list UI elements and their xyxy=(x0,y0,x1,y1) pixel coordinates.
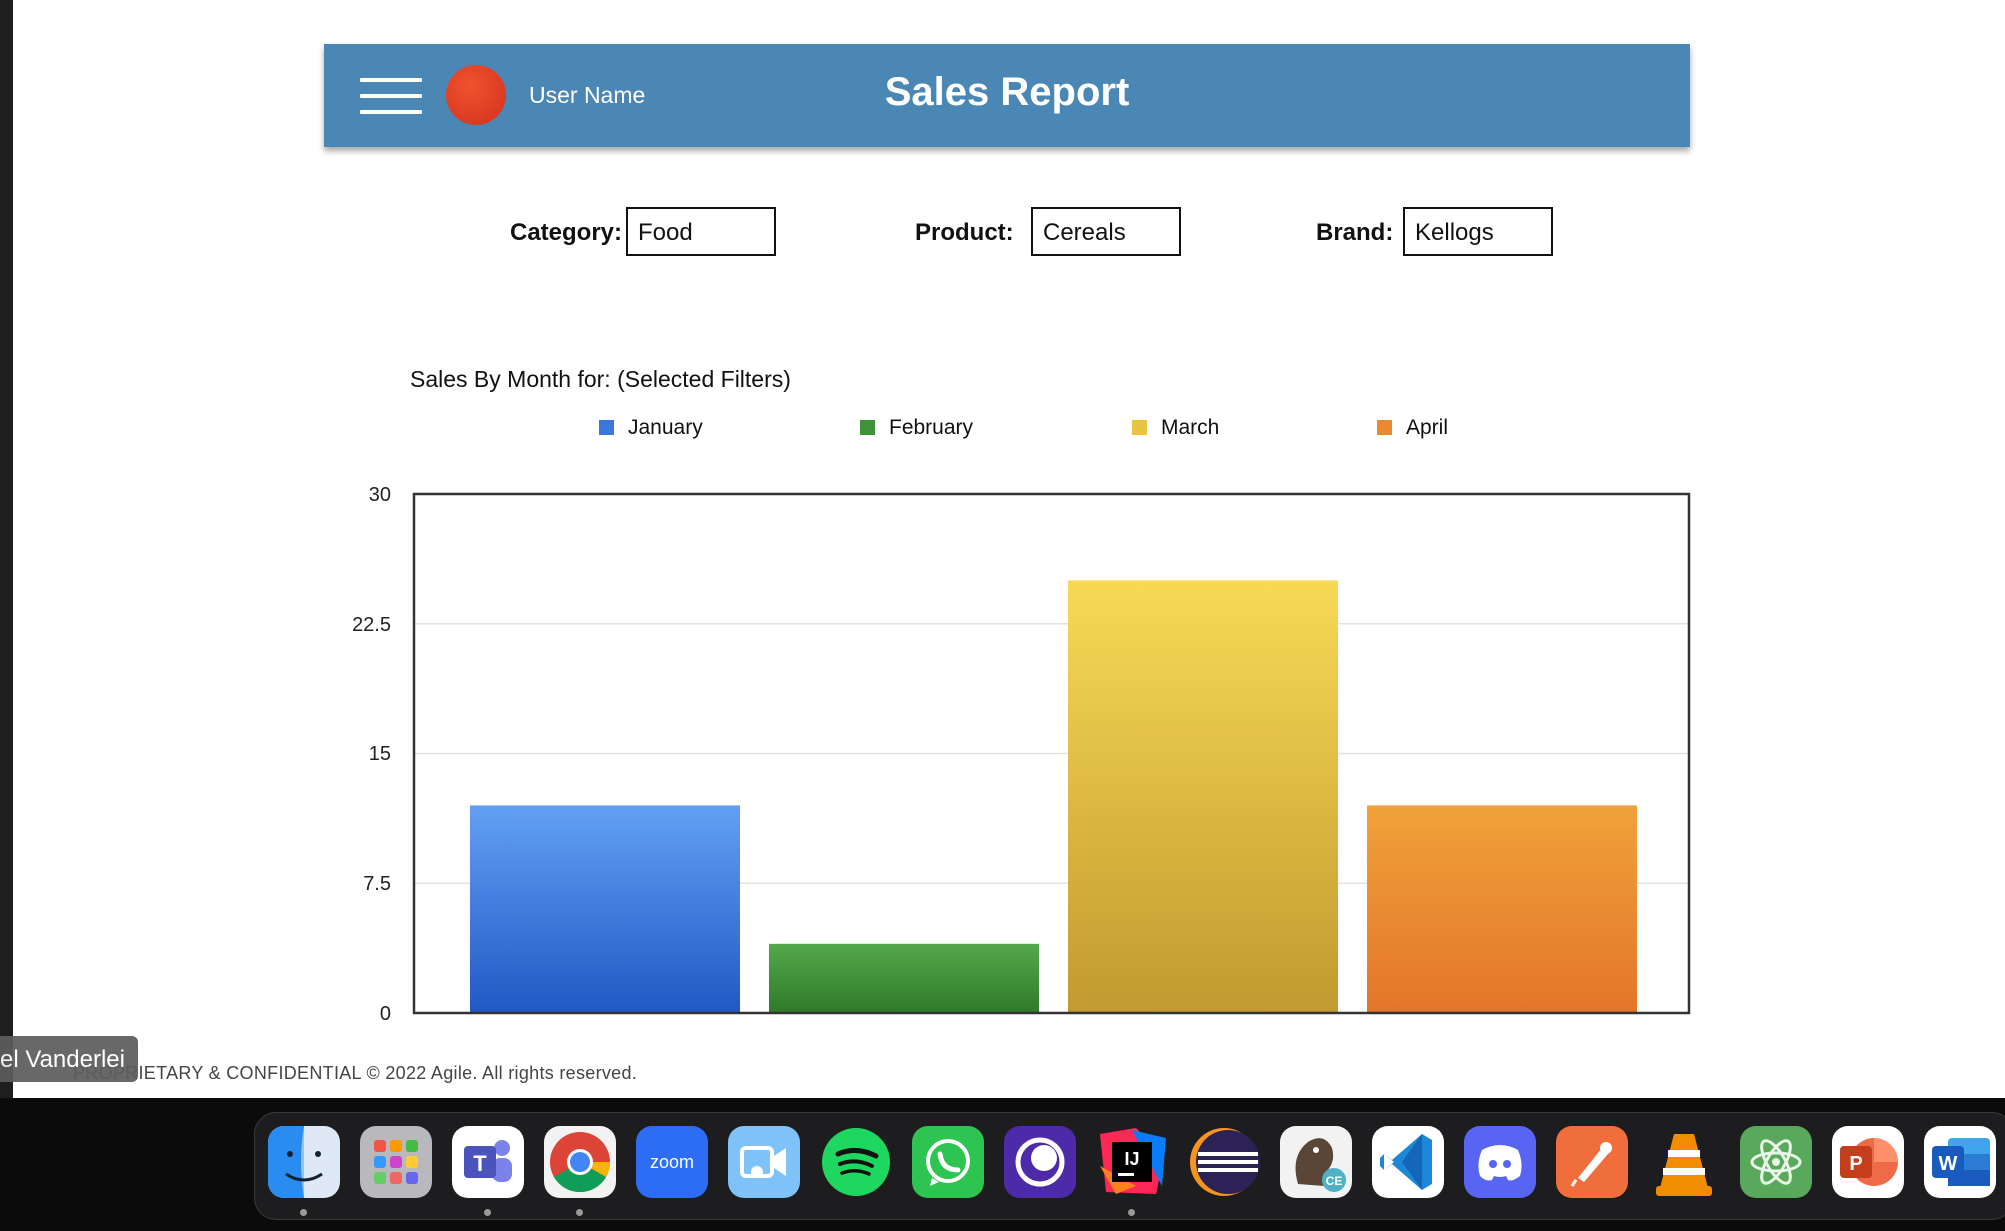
chrome-icon[interactable] xyxy=(544,1126,616,1198)
postman-icon[interactable] xyxy=(1556,1126,1628,1198)
brand-select[interactable]: Kellogs xyxy=(1403,207,1553,256)
teams-icon[interactable]: T xyxy=(452,1126,524,1198)
launchpad-icon[interactable] xyxy=(360,1126,432,1198)
participant-name-tag: el Vanderlei xyxy=(0,1036,138,1082)
powerpoint-icon[interactable]: P xyxy=(1832,1126,1904,1198)
whatsapp-icon[interactable] xyxy=(912,1126,984,1198)
intellij-icon-label: IJ xyxy=(1124,1149,1139,1169)
page-title: Sales Report xyxy=(884,70,1130,114)
running-indicator xyxy=(300,1209,307,1216)
vscode-icon[interactable] xyxy=(1372,1126,1444,1198)
app-header: User Name Sales Report xyxy=(324,44,1690,147)
dbeaver-icon[interactable]: CE xyxy=(1280,1126,1352,1198)
legend-item-march: March xyxy=(1132,416,1219,440)
intellij-icon[interactable]: IJ xyxy=(1096,1126,1168,1198)
zoom-icon[interactable]: zoom xyxy=(636,1126,708,1198)
legend-label: March xyxy=(1161,416,1220,439)
legend-swatch xyxy=(1132,420,1147,435)
legend-item-january: January xyxy=(599,416,703,440)
bar-february[interactable] xyxy=(769,943,1039,1013)
spotify-icon[interactable] xyxy=(820,1126,892,1198)
atom-icon[interactable] xyxy=(1740,1126,1812,1198)
bar-chart xyxy=(412,492,1691,1015)
brand-label: Brand: xyxy=(1316,219,1394,246)
product-select[interactable]: Cereals xyxy=(1031,207,1181,256)
y-tick-label: 22.5 xyxy=(352,614,391,636)
chart-title: Sales By Month for: (Selected Filters) xyxy=(410,366,791,392)
eclipse-icon[interactable] xyxy=(1188,1126,1260,1198)
word-icon[interactable]: W xyxy=(1924,1126,1996,1198)
powerpoint-icon-label: P xyxy=(1849,1153,1862,1175)
category-label: Category: xyxy=(510,219,623,246)
y-tick-label: 0 xyxy=(379,1003,391,1025)
legend-label: January xyxy=(628,416,703,439)
legend-item-april: April xyxy=(1377,416,1448,440)
svg-text:T: T xyxy=(473,1151,487,1176)
legend-swatch xyxy=(860,420,875,435)
running-indicator xyxy=(576,1209,583,1216)
zoom-icon-label: zoom xyxy=(650,1152,694,1172)
window-edge xyxy=(0,0,13,1100)
y-tick-label: 7.5 xyxy=(363,873,391,895)
bar-april[interactable] xyxy=(1367,805,1637,1013)
legend-label: April xyxy=(1406,416,1449,439)
bar-march[interactable] xyxy=(1068,580,1338,1014)
legend-swatch xyxy=(599,420,614,435)
running-indicator xyxy=(1128,1209,1135,1216)
bar-january[interactable] xyxy=(470,805,740,1013)
word-icon-label: W xyxy=(1939,1153,1958,1175)
finder-icon[interactable] xyxy=(268,1126,340,1198)
y-tick-label: 15 xyxy=(368,743,391,765)
legend-item-february: February xyxy=(860,416,973,440)
discord-icon[interactable] xyxy=(1464,1126,1536,1198)
dbeaver-icon-label: CE xyxy=(1326,1174,1343,1188)
vlc-icon[interactable] xyxy=(1648,1126,1720,1198)
y-tick-label: 30 xyxy=(368,484,391,506)
legend-swatch xyxy=(1377,420,1392,435)
screen-recorder-icon[interactable] xyxy=(1004,1126,1076,1198)
legend-label: February xyxy=(889,416,974,439)
running-indicator xyxy=(484,1209,491,1216)
category-select[interactable]: Food xyxy=(626,207,776,256)
facetime-icon[interactable] xyxy=(728,1126,800,1198)
product-label: Product: xyxy=(915,219,1014,246)
footer-copyright: PROPRIETARY & CONFIDENTIAL © 2022 Agile.… xyxy=(73,1063,638,1083)
